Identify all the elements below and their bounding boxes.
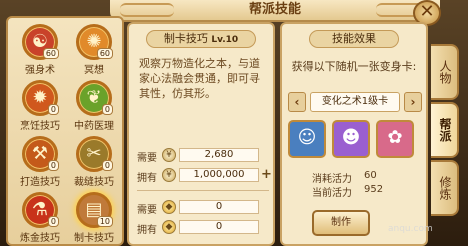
skill-name: 裁缝技巧	[74, 177, 114, 188]
effect-title: 技能效果	[309, 30, 399, 48]
character-card-icon: ☻	[341, 127, 361, 148]
skill-name: 强身术	[25, 65, 55, 76]
need-row-1: 需要 ¥ 2,680	[137, 148, 271, 164]
need-value: 0	[179, 200, 259, 214]
skill-icon: ▤ 10	[76, 192, 113, 228]
skill-item-zhongyao[interactable]: ❦ 0 中药医理	[70, 80, 118, 132]
next-card-button[interactable]: ›	[404, 92, 422, 112]
own-row-1: 拥有 ¥ 1,000,000 +	[137, 167, 272, 184]
skill-level: 0	[47, 216, 59, 227]
own-row-2: 拥有 ◆ 0	[137, 220, 271, 236]
add-coin-button[interactable]: +	[261, 167, 272, 182]
skill-level: 0	[101, 160, 113, 171]
skill-detail-panel: 制卡技巧 Lv.10 观察万物造化之本，与道家心法融会贯通，即可寻其性，仿其形。…	[127, 22, 275, 246]
close-icon: ✕	[419, 1, 435, 22]
own-value: 0	[179, 220, 259, 234]
skill-level: 60	[42, 48, 59, 59]
skill-name: 炼金技巧	[20, 233, 60, 244]
character-card-icon: ✿	[387, 127, 403, 148]
tab-cultivation[interactable]: 修炼	[431, 160, 459, 216]
watermark-text: anqu.com	[388, 224, 433, 234]
contribution-icon: ◆	[162, 220, 176, 234]
character-card-icon: ☺	[297, 127, 317, 148]
prev-card-button[interactable]: ‹	[288, 92, 306, 112]
skill-detail-level: Lv.10	[211, 35, 239, 45]
need-label: 需要	[137, 205, 157, 216]
skill-level: 0	[47, 104, 59, 115]
skill-name: 制卡技巧	[74, 233, 114, 244]
current-label: 当前活力	[312, 188, 352, 199]
skill-name: 中药医理	[74, 121, 114, 132]
skill-item-caifeng[interactable]: ✂ 0 裁缝技巧	[70, 136, 118, 188]
skill-item-mingxiang[interactable]: ✺ 60 冥想	[70, 24, 118, 76]
skill-name: 烹饪技巧	[20, 121, 60, 132]
need-value: 2,680	[179, 148, 259, 162]
title-ornament-left	[120, 3, 174, 17]
own-label: 拥有	[137, 173, 157, 184]
effect-description: 获得以下随机一张变身卡:	[291, 60, 417, 73]
skill-icon: ❦ 0	[76, 80, 113, 116]
coin-icon: ¥	[162, 168, 176, 182]
skill-name: 冥想	[84, 65, 104, 76]
own-value: 1,000,000	[179, 168, 259, 182]
skill-name: 打造技巧	[20, 177, 60, 188]
skill-description: 观察万物造化之本，与道家心法融会贯通，即可寻其性，仿其形。	[139, 57, 260, 100]
current-vitality: 当前活力 952	[312, 184, 383, 199]
selected-card-name: 变化之术1级卡	[310, 92, 400, 112]
make-card-button[interactable]: 制作	[312, 210, 370, 236]
skill-icon: ✹ 0	[22, 80, 59, 116]
window-title: 帮派技能	[248, 2, 301, 17]
skill-icon: ⚒ 0	[22, 136, 59, 172]
card-item[interactable]: ☺	[288, 120, 326, 158]
skill-item-lianjin[interactable]: ⚗ 0 炼金技巧	[16, 192, 64, 244]
skill-list: ☯ 60 强身术 ✺ 60 冥想 ✹ 0 烹饪技巧 ❦ 0 中药医理 ⚒ 0 打…	[6, 16, 124, 246]
tab-guild[interactable]: 帮派	[431, 102, 459, 158]
need-label: 需要	[137, 153, 157, 164]
skill-level: 0	[47, 160, 59, 171]
game-window: 帮派技能 ✕ ☯ 60 强身术 ✺ 60 冥想 ✹ 0 烹饪技巧 ❦ 0 中药医…	[0, 0, 468, 246]
card-item[interactable]: ✿	[376, 120, 414, 158]
skill-detail-title: 制卡技巧 Lv.10	[146, 30, 256, 48]
coin-icon: ¥	[162, 148, 176, 162]
skill-effect-panel: 技能效果 获得以下随机一张变身卡: ‹ 变化之术1级卡 › ☺ ☻ ✿ 消耗活力…	[280, 22, 428, 246]
skill-icon: ☯ 60	[22, 24, 59, 60]
skill-icon: ✺ 60	[76, 24, 113, 60]
current-value: 952	[364, 184, 384, 195]
card-list: ☺ ☻ ✿	[288, 120, 422, 160]
cost-value: 60	[364, 170, 377, 181]
divider	[137, 190, 269, 191]
skill-icon: ⚗ 0	[22, 192, 59, 228]
card-selector: ‹ 变化之术1级卡 ›	[288, 92, 422, 112]
skill-item-qiangshenshu[interactable]: ☯ 60 强身术	[16, 24, 64, 76]
need-row-2: 需要 ◆ 0	[137, 200, 271, 216]
skill-item-dazao[interactable]: ⚒ 0 打造技巧	[16, 136, 64, 188]
skill-level: 0	[101, 104, 113, 115]
cost-vitality: 消耗活力 60	[312, 170, 377, 185]
skill-level: 60	[96, 48, 113, 59]
skill-level: 10	[96, 216, 113, 227]
skill-item-zhika[interactable]: ▤ 10 制卡技巧	[70, 192, 118, 244]
contribution-icon: ◆	[162, 200, 176, 214]
skill-item-pengren[interactable]: ✹ 0 烹饪技巧	[16, 80, 64, 132]
tab-character[interactable]: 人物	[431, 44, 459, 100]
own-label: 拥有	[137, 225, 157, 236]
skill-icon: ✂ 0	[76, 136, 113, 172]
card-item[interactable]: ☻	[332, 120, 370, 158]
window-title-bar: 帮派技能	[110, 0, 440, 22]
